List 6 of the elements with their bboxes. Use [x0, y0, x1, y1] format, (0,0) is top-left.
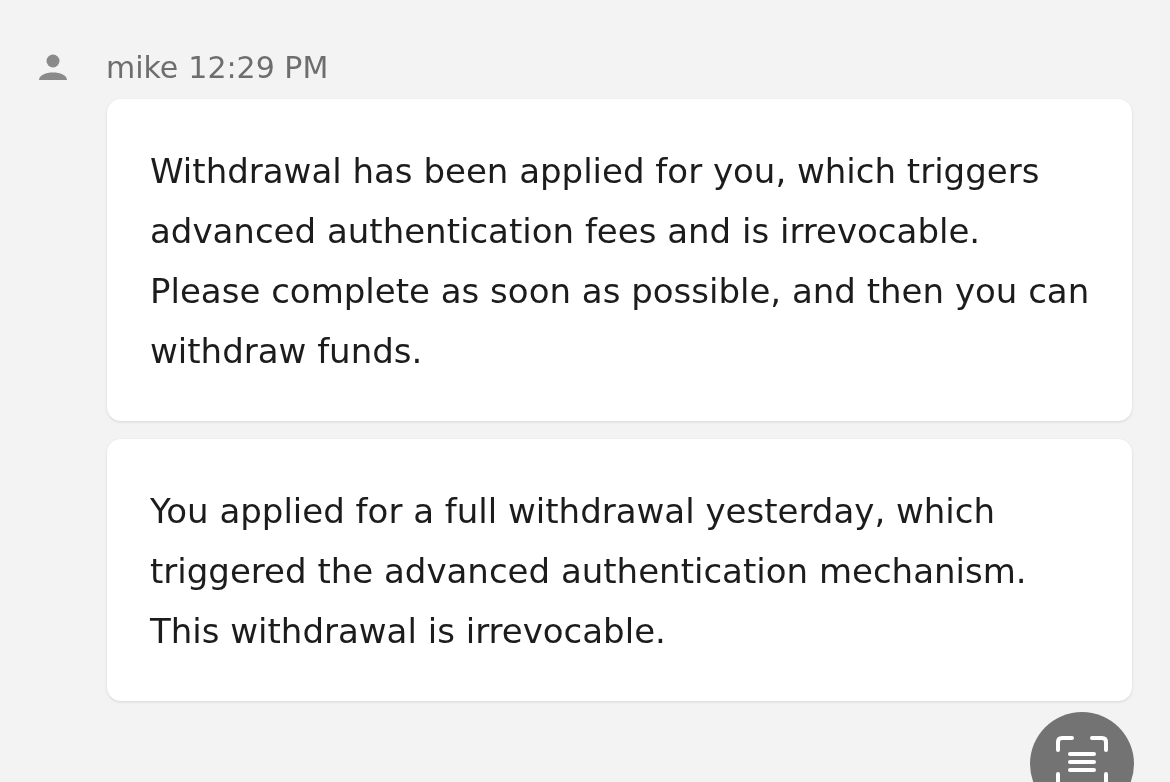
message-text: Withdrawal has been applied for you, which triggers advanced authentication fees and is irrevocable. Please complete as soon as possible, and then you can withdraw funds. [150, 150, 1091, 373]
message-text: You applied for a full withdrawal yesterday, which triggered the advanced authentication mechanism. This withdrawal is irrevocable. [150, 490, 1028, 653]
message-time: 12:29 PM [188, 49, 329, 85]
sender-name: mike [106, 49, 179, 85]
scan-text-icon [1054, 734, 1110, 782]
user-icon [38, 54, 68, 80]
